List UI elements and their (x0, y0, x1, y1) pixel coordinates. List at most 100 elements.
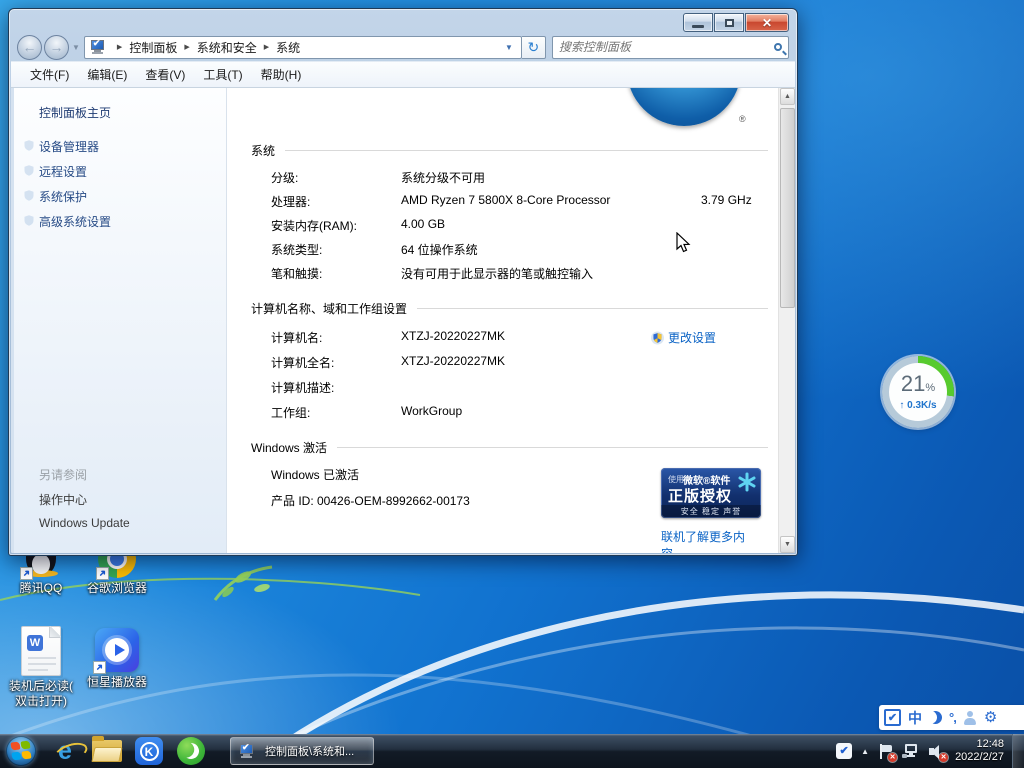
address-bar[interactable]: ✔ ▶ 控制面板 ▶ 系统和安全 ▶ 系统 ▼ (84, 36, 522, 59)
minimize-button[interactable] (683, 13, 713, 32)
registered-mark: ® (739, 114, 746, 124)
scroll-up-button[interactable]: ▲ (780, 88, 795, 105)
breadcrumb-arrow-icon: ▶ (117, 43, 122, 51)
desktop-icon-readme[interactable]: W 装机后必读(双击打开) (0, 626, 82, 709)
menu-view[interactable]: 查看(V) (136, 63, 194, 86)
taskbar-ie-button[interactable]: e (48, 736, 82, 766)
taskbar: e K ✔ 控制面板\系统和... ✔ ▲ ✕ ✕ 12:48 2022/2/2… (0, 734, 1024, 768)
taskbar-kugou-button[interactable]: K (132, 736, 166, 766)
genuine-star-icon (737, 472, 757, 492)
ime-settings-gear-icon[interactable]: ⚙ (984, 710, 997, 725)
start-flag-icon (10, 741, 20, 750)
rating-unavailable-link[interactable]: 系统分级不可用 (401, 169, 485, 186)
refresh-button[interactable]: ↻ (522, 36, 546, 59)
vertical-scrollbar[interactable]: ▲ ▼ (778, 88, 795, 553)
recent-pages-chevron-icon[interactable]: ▼ (72, 43, 80, 52)
menu-file[interactable]: 文件(F) (21, 63, 78, 86)
forward-button[interactable]: → (44, 35, 69, 60)
refresh-icon: ↻ (528, 39, 540, 56)
taskbar-active-window-button[interactable]: ✔ 控制面板\系统和... (230, 737, 374, 765)
ime-fullwidth-moon-icon[interactable] (926, 708, 944, 726)
sidebar-item-device-manager[interactable]: 设备管理器 (39, 138, 99, 155)
gauge-percent: 21 (901, 371, 925, 396)
see-also-heading: 另请参阅 (39, 466, 87, 483)
ime-chinese-mode-icon[interactable]: 中 (908, 708, 922, 728)
breadcrumb-system-security[interactable]: 系统和安全 (197, 39, 257, 56)
word-document-icon: W (21, 626, 61, 676)
breadcrumb-control-panel[interactable]: 控制面板 (129, 39, 177, 56)
taskbar-clock[interactable]: 12:48 2022/2/27 (955, 738, 1004, 764)
tray-network-icon[interactable] (902, 744, 919, 759)
close-icon: ✕ (762, 16, 772, 30)
address-dropdown-icon[interactable]: ▼ (501, 43, 517, 52)
upload-arrow-icon: ↑ (899, 400, 904, 411)
close-button[interactable]: ✕ (745, 13, 789, 32)
show-desktop-button[interactable] (1012, 734, 1024, 768)
shortcut-arrow-icon: ➜ (96, 567, 109, 580)
breadcrumb-arrow-icon: ▶ (264, 43, 269, 51)
ime-logo-icon[interactable]: ✔ (884, 709, 901, 726)
sidebar-item-system-protection[interactable]: 系统保护 (39, 188, 87, 205)
title-bar[interactable]: ✕ (9, 9, 797, 33)
ime-language-bar: ✔ 中 °, ⚙ (879, 705, 1024, 730)
menu-edit[interactable]: 编辑(E) (78, 63, 136, 86)
section-title: 系统 (251, 142, 275, 159)
main-content: ® 系统 分级: 系统分级不可用 处理器: AMD Ryzen 7 5800X … (227, 88, 778, 553)
tray-volume-icon[interactable]: ✕ (928, 744, 944, 759)
gauge-speed: 0.3K/s (907, 400, 936, 411)
menu-bar: 文件(F) 编辑(E) 查看(V) 工具(T) 帮助(H) (11, 61, 795, 87)
uac-shield-icon (23, 189, 35, 202)
search-icon (774, 43, 782, 51)
back-button[interactable]: ← (17, 35, 42, 60)
row-workgroup: 工作组: WorkGroup (271, 404, 768, 420)
section-windows-activation: Windows 激活 (251, 439, 768, 456)
clock-date: 2022/2/27 (955, 751, 1004, 764)
row-processor: 处理器: AMD Ryzen 7 5800X 8-Core Processor … (271, 193, 768, 209)
system-tray: ✔ ▲ ✕ ✕ 12:48 2022/2/27 (836, 734, 1024, 768)
uac-shield-icon (651, 331, 664, 345)
tray-action-center-icon[interactable]: ✕ (879, 744, 893, 759)
muted-badge-icon: ✕ (939, 753, 948, 762)
sidebar-item-windows-update[interactable]: Windows Update (39, 516, 130, 530)
ime-account-icon[interactable] (963, 711, 977, 725)
system-control-panel-window: ✕ ← → ▼ ✔ ▶ 控制面板 ▶ 系统和安全 ▶ 系统 ▼ ↻ 文件(F) … (8, 8, 798, 556)
sidebar-item-remote-settings[interactable]: 远程设置 (39, 163, 87, 180)
row-pen-touch: 笔和触摸: 没有可用于此显示器的笔或触控输入 (271, 265, 768, 281)
maximize-button[interactable] (714, 13, 744, 32)
start-button[interactable] (6, 736, 36, 766)
menu-tools[interactable]: 工具(T) (194, 63, 251, 86)
section-title: Windows 激活 (251, 439, 327, 456)
clock-time: 12:48 (955, 738, 1004, 751)
speed-gauge-widget[interactable]: 21% ↑ 0.3K/s (882, 356, 954, 428)
search-box[interactable] (552, 36, 789, 59)
section-computer-name: 计算机名称、域和工作组设置 (251, 300, 768, 317)
error-badge-icon: ✕ (888, 753, 897, 762)
tray-security-icon[interactable]: ✔ (836, 743, 852, 759)
show-hidden-icons-button[interactable]: ▲ (861, 747, 869, 756)
section-title: 计算机名称、域和工作组设置 (251, 300, 407, 317)
sidebar-item-action-center[interactable]: 操作中心 (39, 491, 87, 508)
menu-help[interactable]: 帮助(H) (252, 63, 311, 86)
sidebar-item-control-panel-home[interactable]: 控制面板主页 (39, 104, 111, 121)
taskbar-explorer-button[interactable] (90, 736, 124, 766)
scrollbar-thumb[interactable] (780, 108, 795, 308)
sidebar: 控制面板主页 设备管理器 远程设置 系统保护 高级系统设置 另请参阅 操作中心 … (11, 88, 227, 553)
breadcrumb-system[interactable]: 系统 (276, 39, 300, 56)
scroll-down-button[interactable]: ▼ (780, 536, 795, 553)
shortcut-arrow-icon: ➜ (20, 567, 33, 580)
change-settings-link[interactable]: 更改设置 (651, 329, 716, 346)
uac-shield-icon (23, 164, 35, 177)
ime-punctuation-icon[interactable]: °, (949, 710, 956, 725)
maximize-icon (725, 19, 734, 27)
forward-arrow-icon: → (50, 39, 64, 55)
search-input[interactable] (559, 40, 774, 54)
breadcrumb-arrow-icon: ▶ (184, 43, 189, 51)
desktop-icon-star-player[interactable]: ➜ 恒星播放器 (76, 628, 158, 690)
learn-more-online-link[interactable]: 联机了解更多内容... (661, 528, 761, 553)
taskbar-360-browser-button[interactable] (174, 736, 208, 766)
sidebar-item-advanced-settings[interactable]: 高级系统设置 (39, 213, 111, 230)
back-arrow-icon: ← (23, 39, 37, 55)
system-icon: ✔ (238, 743, 255, 759)
genuine-software-badge: 使用 微软®软件 正版授权 安全 稳定 声誉 (661, 468, 761, 518)
desktop-icon-label: 装机后必读(双击打开) (0, 679, 82, 709)
